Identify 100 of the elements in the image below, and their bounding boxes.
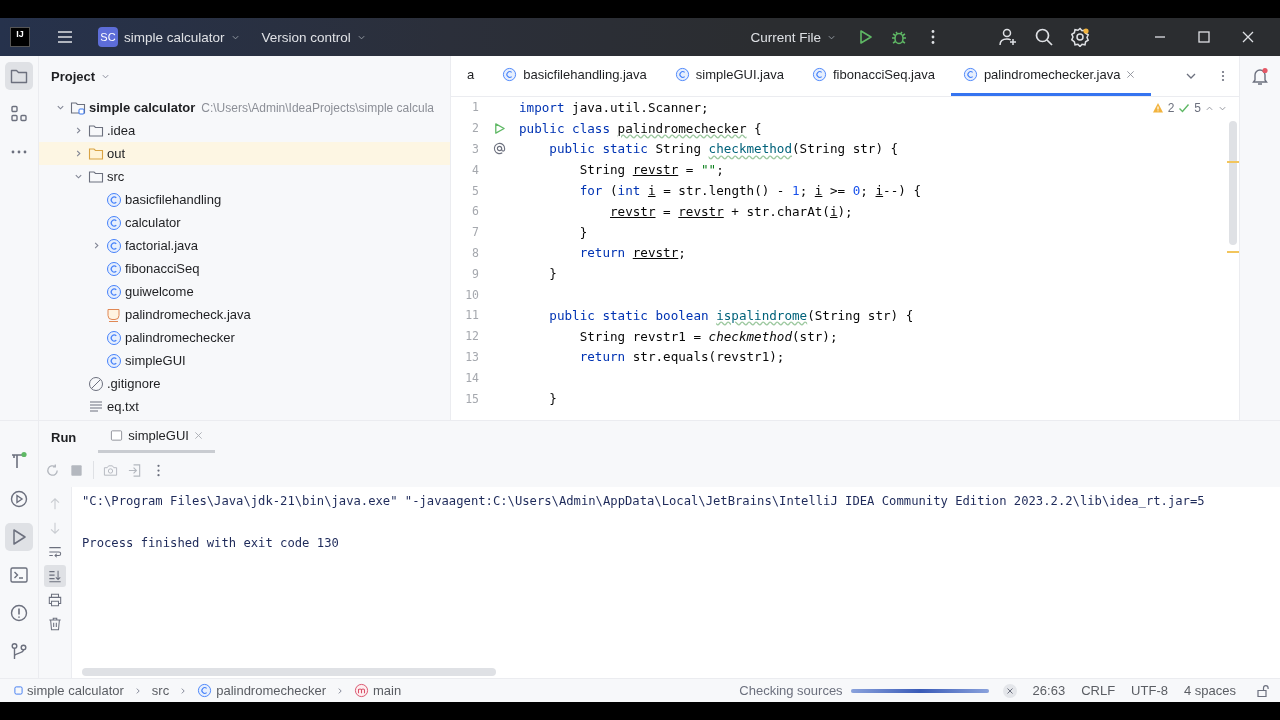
soft-wrap-icon[interactable] (48, 545, 62, 559)
editor-tab[interactable]: basicfilehandling.java (490, 56, 663, 96)
editor-tab[interactable]: fibonacciSeq.java (799, 56, 951, 96)
tree-item[interactable]: basicfilehandling (39, 188, 450, 211)
code-line: } (548, 391, 557, 407)
warning-marker[interactable] (1227, 251, 1239, 253)
tree-item[interactable]: out (39, 142, 450, 165)
chevron-icon[interactable] (73, 172, 83, 181)
tree-item-label: palindromecheck.java (125, 307, 251, 322)
camera-icon[interactable] (103, 462, 118, 478)
caret-position[interactable]: 26:63 (1032, 683, 1066, 698)
tree-item[interactable]: calculator (39, 211, 450, 234)
tree-item[interactable]: simpleGUI (39, 349, 450, 372)
code-line: import java.util.Scanner; (519, 99, 709, 115)
breadcrumb[interactable]: palindromechecker (197, 683, 326, 698)
breadcrumb[interactable]: simple calculator (14, 683, 124, 698)
line-number: 6 (471, 204, 479, 219)
exit-icon[interactable] (127, 462, 142, 478)
version-control-menu[interactable]: Version control (261, 29, 366, 45)
warning-marker[interactable] (1227, 161, 1239, 163)
class-icon (811, 67, 827, 82)
menu-icon[interactable] (56, 28, 74, 46)
console-output-line: Process finished with exit code 130 (82, 535, 339, 550)
code-line: public class palindromechecker { (519, 120, 762, 136)
scroll-to-end-button[interactable] (44, 565, 66, 587)
add-user-icon[interactable] (998, 27, 1018, 47)
bell-icon[interactable] (1250, 66, 1270, 86)
code-line: String revstr1 = checkmethod(str); (578, 328, 838, 344)
ignored-file-icon (88, 375, 104, 392)
code-line: } (548, 266, 557, 282)
rerun-icon[interactable] (45, 462, 60, 478)
line-number: 12 (464, 329, 479, 344)
print-icon[interactable] (48, 593, 62, 607)
unlocked-icon[interactable] (1256, 683, 1270, 698)
tree-item[interactable]: .gitignore (39, 372, 450, 395)
line-number: 2 (471, 121, 479, 136)
stop-icon[interactable] (69, 462, 84, 478)
breadcrumb[interactable]: src (151, 683, 170, 698)
check-icon[interactable] (1178, 102, 1191, 114)
run-configuration-selector[interactable]: Current File (750, 29, 836, 45)
exclamation-icon (9, 603, 29, 623)
class-icon (674, 67, 690, 82)
project-panel-title[interactable]: Project (51, 68, 96, 84)
background-task-label: Checking sources (739, 683, 843, 698)
tree-item[interactable]: fibonacciSeq (39, 257, 450, 280)
class-icon (197, 683, 213, 698)
line-number: 10 (464, 287, 479, 302)
warning-icon[interactable] (1151, 102, 1164, 114)
project-selector[interactable]: SC simple calculator (98, 27, 240, 47)
tree-item-label: out (107, 146, 126, 161)
scrollbar[interactable] (82, 668, 496, 676)
passed-count[interactable]: 5 (1194, 101, 1201, 115)
editor-tab[interactable]: simpleGUI.java (662, 56, 800, 96)
tree-item-label: basicfilehandling (125, 192, 222, 207)
search-icon[interactable] (1034, 27, 1054, 47)
tree-item[interactable]: eq.txt (39, 395, 450, 418)
editor-tab[interactable]: a (455, 56, 491, 96)
warning-count[interactable]: 2 (1167, 101, 1175, 115)
tree-item-label: eq.txt (107, 399, 139, 414)
class-icon (106, 329, 122, 346)
tree-item-label: simple calculator (89, 100, 196, 115)
folder-icon (88, 122, 104, 139)
class-icon (106, 191, 122, 208)
tree-item[interactable]: palindromechecker (39, 326, 450, 349)
chevron-right-icon (336, 686, 344, 695)
tree-item[interactable]: palindromecheck.java (39, 303, 450, 326)
at-sign-icon[interactable] (492, 142, 506, 156)
window-icon (110, 429, 124, 442)
breadcrumb[interactable]: main (354, 683, 402, 698)
file-encoding[interactable]: UTF-8 (1131, 683, 1168, 698)
class-icon (106, 283, 122, 300)
cancel-icon[interactable] (1002, 683, 1017, 698)
tree-item-label: calculator (125, 215, 181, 230)
line-number: 4 (471, 162, 479, 177)
line-number: 9 (471, 266, 479, 281)
module-folder-icon (70, 99, 86, 116)
tree-item[interactable]: simple calculator C:\Users\Admin\IdeaProjects\simple calcula (39, 96, 450, 119)
settings-icon[interactable] (1070, 27, 1090, 47)
tree-item[interactable]: .idea (39, 119, 450, 142)
run-tool-button[interactable] (5, 523, 33, 551)
code-line: } (578, 224, 588, 240)
class-icon (106, 260, 122, 277)
scrollbar[interactable] (1229, 121, 1237, 245)
tree-item-label: .gitignore (107, 376, 161, 391)
maximize-icon[interactable] (1197, 30, 1211, 44)
indent-setting[interactable]: 4 spaces (1183, 683, 1236, 698)
line-number: 11 (464, 308, 479, 323)
app-logo[interactable]: IJ (10, 27, 30, 47)
tree-item[interactable]: guiwelcome (39, 280, 450, 303)
tree-item[interactable]: factorial.java (39, 234, 450, 257)
code-line: for (int i = str.length() - 1; i >= 0; i--) { (578, 183, 922, 199)
line-separator[interactable]: CRLF (1081, 683, 1116, 698)
trash-icon[interactable] (48, 617, 62, 631)
chevron-icon[interactable] (55, 103, 65, 112)
code-line: return revstr; (578, 245, 686, 261)
tree-item[interactable]: src (39, 165, 450, 188)
run-icon[interactable] (492, 121, 506, 135)
squares-icon (9, 104, 29, 124)
project-tool-button[interactable] (5, 62, 33, 90)
editor-tab[interactable]: palindromechecker.java (950, 56, 1152, 96)
